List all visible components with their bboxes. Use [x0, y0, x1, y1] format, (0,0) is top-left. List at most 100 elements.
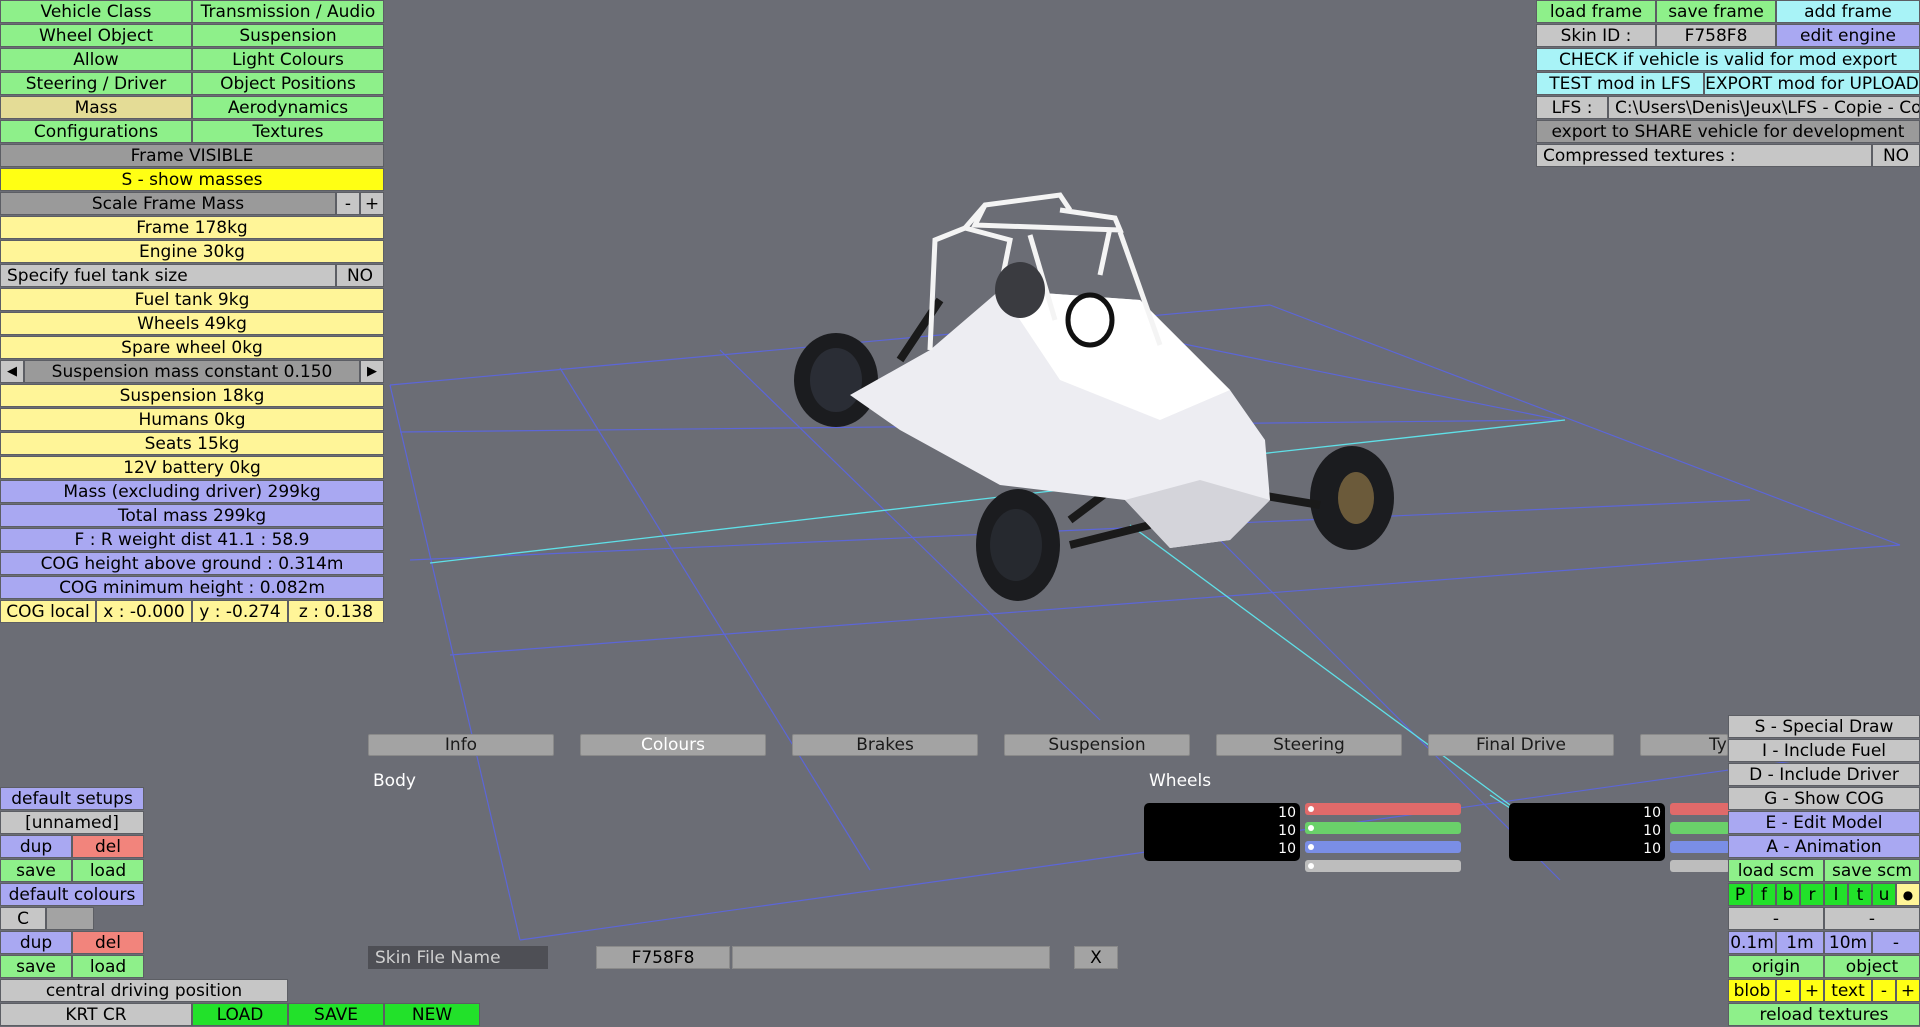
frame-mass[interactable]: Frame 178kg	[0, 216, 384, 239]
save-frame-button[interactable]: save frame	[1656, 0, 1776, 23]
save-colours-button[interactable]: save	[0, 955, 72, 978]
wheels-mass[interactable]: Wheels 49kg	[0, 312, 384, 335]
tab-aerodynamics[interactable]: Aerodynamics	[192, 96, 384, 119]
tab-suspension[interactable]: Suspension	[192, 24, 384, 47]
new-car-button[interactable]: NEW	[384, 1003, 480, 1026]
seats-mass[interactable]: Seats 15kg	[0, 432, 384, 455]
battery-mass[interactable]: 12V battery 0kg	[0, 456, 384, 479]
step-10m-button[interactable]: 10m	[1824, 931, 1872, 954]
tab-object-positions[interactable]: Object Positions	[192, 72, 384, 95]
tab-brakes[interactable]: Brakes	[792, 734, 978, 756]
step-1m-button[interactable]: 1m	[1776, 931, 1824, 954]
object-button[interactable]: object	[1824, 955, 1920, 978]
dup-setup-button[interactable]: dup	[0, 835, 72, 858]
view-l-button[interactable]: l	[1824, 883, 1848, 906]
load-car-button[interactable]: LOAD	[192, 1003, 288, 1026]
tab-tyres[interactable]: Ty	[1640, 734, 1728, 756]
save-setup-button[interactable]: save	[0, 859, 72, 882]
save-scm-button[interactable]: save scm	[1824, 859, 1920, 882]
dup-colours-button[interactable]: dup	[0, 931, 72, 954]
wheels-colour-values[interactable]: 10 10 10	[1144, 803, 1300, 861]
lfs-path-field[interactable]: C:\Users\Denis\Jeux\LFS - Copie - Copie	[1608, 96, 1920, 119]
colour-c-field[interactable]: C	[0, 907, 46, 930]
red-slider[interactable]	[1305, 803, 1461, 815]
edit-model-button[interactable]: E - Edit Model	[1728, 811, 1920, 834]
export-mod-button[interactable]: EXPORT mod for UPLOAD	[1704, 72, 1920, 95]
scale-minus-button[interactable]: -	[336, 192, 360, 215]
green-slider[interactable]	[1305, 822, 1461, 834]
central-driving-position-toggle[interactable]: central driving position	[0, 979, 288, 1002]
dash-button-2[interactable]: -	[1824, 907, 1920, 930]
load-setup-button[interactable]: load	[72, 859, 144, 882]
show-cog-toggle[interactable]: G - Show COG	[1728, 787, 1920, 810]
engine-mass[interactable]: Engine 30kg	[0, 240, 384, 263]
view-r-button[interactable]: r	[1800, 883, 1824, 906]
default-setups-button[interactable]: default setups	[0, 787, 144, 810]
tab-info[interactable]: Info	[368, 734, 554, 756]
text-minus-button[interactable]: -	[1872, 979, 1896, 1002]
cog-local-z[interactable]: z : 0.138	[288, 600, 384, 623]
check-valid-button[interactable]: CHECK if vehicle is valid for mod export	[1536, 48, 1920, 71]
tab-suspension-setup[interactable]: Suspension	[1004, 734, 1190, 756]
alpha-slider-2[interactable]	[1670, 860, 1730, 872]
skin-file-name-value[interactable]: F758F8	[596, 946, 730, 969]
spare-wheel-mass[interactable]: Spare wheel 0kg	[0, 336, 384, 359]
del-setup-button[interactable]: del	[72, 835, 144, 858]
blue-slider[interactable]	[1305, 841, 1461, 853]
origin-button[interactable]: origin	[1728, 955, 1824, 978]
tab-configurations[interactable]: Configurations	[0, 120, 192, 143]
view-dot-icon[interactable]: ●	[1896, 883, 1920, 906]
blob-minus-button[interactable]: -	[1776, 979, 1800, 1002]
compressed-textures-toggle[interactable]: NO	[1872, 144, 1920, 167]
tab-mass[interactable]: Mass	[0, 96, 192, 119]
dash-button-1[interactable]: -	[1728, 907, 1824, 930]
clear-skin-button[interactable]: X	[1074, 946, 1118, 969]
step-0-1m-button[interactable]: 0.1m	[1728, 931, 1776, 954]
edit-engine-button[interactable]: edit engine	[1776, 24, 1920, 47]
cog-local-y[interactable]: y : -0.274	[192, 600, 288, 623]
tab-steering[interactable]: Steering	[1216, 734, 1402, 756]
export-share-button[interactable]: export to SHARE vehicle for development	[1536, 120, 1920, 143]
car-name-field[interactable]: KRT CR	[0, 1003, 192, 1026]
tab-vehicle-class[interactable]: Vehicle Class	[0, 0, 192, 23]
arrow-right-icon[interactable]: ▶	[360, 360, 384, 383]
tab-transmission-audio[interactable]: Transmission / Audio	[192, 0, 384, 23]
tab-colours[interactable]: Colours	[580, 734, 766, 756]
red-slider-2[interactable]	[1670, 803, 1730, 815]
step-minus-button[interactable]: -	[1872, 931, 1920, 954]
suspension-mass[interactable]: Suspension 18kg	[0, 384, 384, 407]
arrow-left-icon[interactable]: ◀	[0, 360, 24, 383]
alpha-slider[interactable]	[1305, 860, 1461, 872]
add-frame-button[interactable]: add frame	[1776, 0, 1920, 23]
load-scm-button[interactable]: load scm	[1728, 859, 1824, 882]
scale-plus-button[interactable]: +	[360, 192, 384, 215]
blue-slider-2[interactable]	[1670, 841, 1730, 853]
view-b-button[interactable]: b	[1776, 883, 1800, 906]
view-u-button[interactable]: u	[1872, 883, 1896, 906]
second-colour-values[interactable]: 10 10 10	[1509, 803, 1665, 861]
tab-final-drive[interactable]: Final Drive	[1428, 734, 1614, 756]
include-fuel-toggle[interactable]: I - Include Fuel	[1728, 739, 1920, 762]
tab-steering-driver[interactable]: Steering / Driver	[0, 72, 192, 95]
view-t-button[interactable]: t	[1848, 883, 1872, 906]
special-draw-toggle[interactable]: S - Special Draw	[1728, 715, 1920, 738]
show-masses-toggle[interactable]: S - show masses	[0, 168, 384, 191]
include-driver-toggle[interactable]: D - Include Driver	[1728, 763, 1920, 786]
animation-button[interactable]: A - Animation	[1728, 835, 1920, 858]
frame-visible-toggle[interactable]: Frame VISIBLE	[0, 144, 384, 167]
reload-textures-button[interactable]: reload textures	[1728, 1003, 1920, 1026]
tab-textures[interactable]: Textures	[192, 120, 384, 143]
fuel-tank-size-toggle[interactable]: NO	[336, 264, 384, 287]
blob-button[interactable]: blob	[1728, 979, 1776, 1002]
cog-local-x[interactable]: x : -0.000	[96, 600, 192, 623]
save-car-button[interactable]: SAVE	[288, 1003, 384, 1026]
load-colours-button[interactable]: load	[72, 955, 144, 978]
text-button[interactable]: text	[1824, 979, 1872, 1002]
view-f-button[interactable]: f	[1752, 883, 1776, 906]
skin-id-value[interactable]: F758F8	[1656, 24, 1776, 47]
load-frame-button[interactable]: load frame	[1536, 0, 1656, 23]
colour-name-field[interactable]	[46, 907, 94, 930]
text-plus-button[interactable]: +	[1896, 979, 1920, 1002]
view-p-button[interactable]: P	[1728, 883, 1752, 906]
fuel-tank-mass[interactable]: Fuel tank 9kg	[0, 288, 384, 311]
